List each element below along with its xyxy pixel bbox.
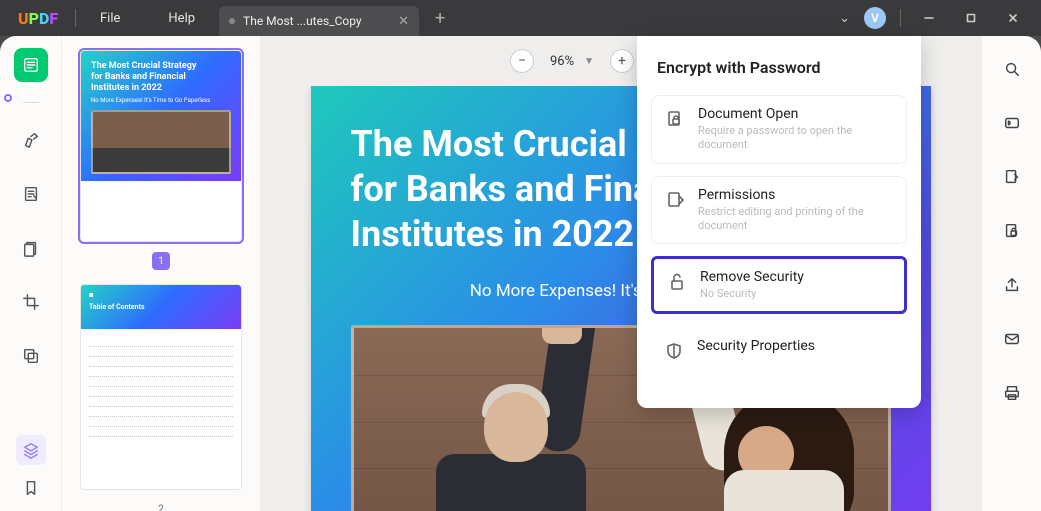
panel-item-title: Document Open: [698, 106, 894, 122]
zoom-out-button[interactable]: −: [510, 49, 534, 73]
thumbnail-page-number: 2: [152, 500, 170, 511]
window-minimize-button[interactable]: [915, 4, 943, 32]
zoom-level[interactable]: 96%: [550, 54, 574, 69]
edit-tool-button[interactable]: [14, 177, 48, 211]
left-toolbar: [0, 36, 62, 511]
layers-button[interactable]: [16, 435, 46, 465]
document-canvas: − 96% ▼ + The Most Crucial Str for Banks…: [260, 36, 981, 511]
panel-item-permissions[interactable]: Permissions Restrict editing and printin…: [651, 176, 907, 245]
panel-item-description: No Security: [700, 287, 804, 301]
batch-tool-button[interactable]: [14, 339, 48, 373]
thumbnail-page-number: 1: [152, 252, 170, 270]
convert-button[interactable]: [995, 160, 1029, 194]
chevron-down-icon[interactable]: ⌄: [839, 11, 850, 26]
panel-item-document-open[interactable]: Document Open Require a password to open…: [651, 95, 907, 164]
ocr-button[interactable]: [995, 106, 1029, 140]
main-area: The Most Crucial Strategy for Banks and …: [0, 36, 1041, 511]
tab-title: The Most ...utes_Copy: [243, 14, 362, 28]
window-maximize-button[interactable]: [957, 4, 985, 32]
encrypt-panel: Encrypt with Password Document Open Requ…: [637, 36, 921, 408]
divider: [23, 102, 39, 103]
window-close-button[interactable]: [999, 4, 1027, 32]
panel-title: Encrypt with Password: [657, 58, 901, 77]
close-icon[interactable]: ✕: [398, 14, 409, 29]
highlighter-tool-button[interactable]: [14, 123, 48, 157]
print-button[interactable]: [995, 376, 1029, 410]
shield-icon: [663, 340, 685, 362]
unlock-icon: [666, 271, 688, 293]
email-button[interactable]: [995, 322, 1029, 356]
menu-help[interactable]: Help: [144, 11, 219, 26]
panel-item-remove-security[interactable]: Remove Security No Security: [651, 256, 907, 314]
search-button[interactable]: [995, 52, 1029, 86]
share-button[interactable]: [995, 268, 1029, 302]
tab-indicator-icon: [229, 18, 235, 24]
organize-tool-button[interactable]: [14, 231, 48, 265]
avatar[interactable]: V: [864, 7, 886, 29]
panel-item-security-properties[interactable]: Security Properties: [651, 326, 907, 374]
bookmark-button[interactable]: [22, 479, 40, 501]
reader-mode-button[interactable]: [14, 48, 48, 82]
panel-item-description: Restrict editing and printing of the doc…: [698, 205, 894, 234]
right-toolbar: [981, 36, 1041, 511]
permissions-icon: [664, 189, 686, 211]
panel-item-description: Require a password to open the document: [698, 124, 894, 153]
divider: [900, 9, 901, 27]
menu-file[interactable]: File: [76, 11, 144, 26]
titlebar: UPDF File Help The Most ...utes_Copy ✕ +…: [0, 0, 1041, 36]
zoom-in-button[interactable]: +: [610, 49, 634, 73]
lock-document-icon: [664, 108, 686, 130]
panel-item-title: Remove Security: [700, 269, 804, 285]
thumbnail-page-2[interactable]: Table of Contents: [80, 284, 242, 490]
chevron-down-icon[interactable]: ▼: [584, 56, 594, 67]
protect-button[interactable]: [995, 214, 1029, 248]
panel-item-title: Security Properties: [697, 338, 815, 354]
crop-tool-button[interactable]: [14, 285, 48, 319]
app-logo: UPDF: [0, 0, 75, 36]
thumbnails-panel: The Most Crucial Strategy for Banks and …: [62, 36, 260, 511]
document-tab[interactable]: The Most ...utes_Copy ✕: [219, 6, 419, 36]
thumbnail-page-1[interactable]: The Most Crucial Strategy for Banks and …: [80, 50, 242, 242]
panel-item-title: Permissions: [698, 187, 894, 203]
new-tab-button[interactable]: +: [419, 8, 461, 29]
